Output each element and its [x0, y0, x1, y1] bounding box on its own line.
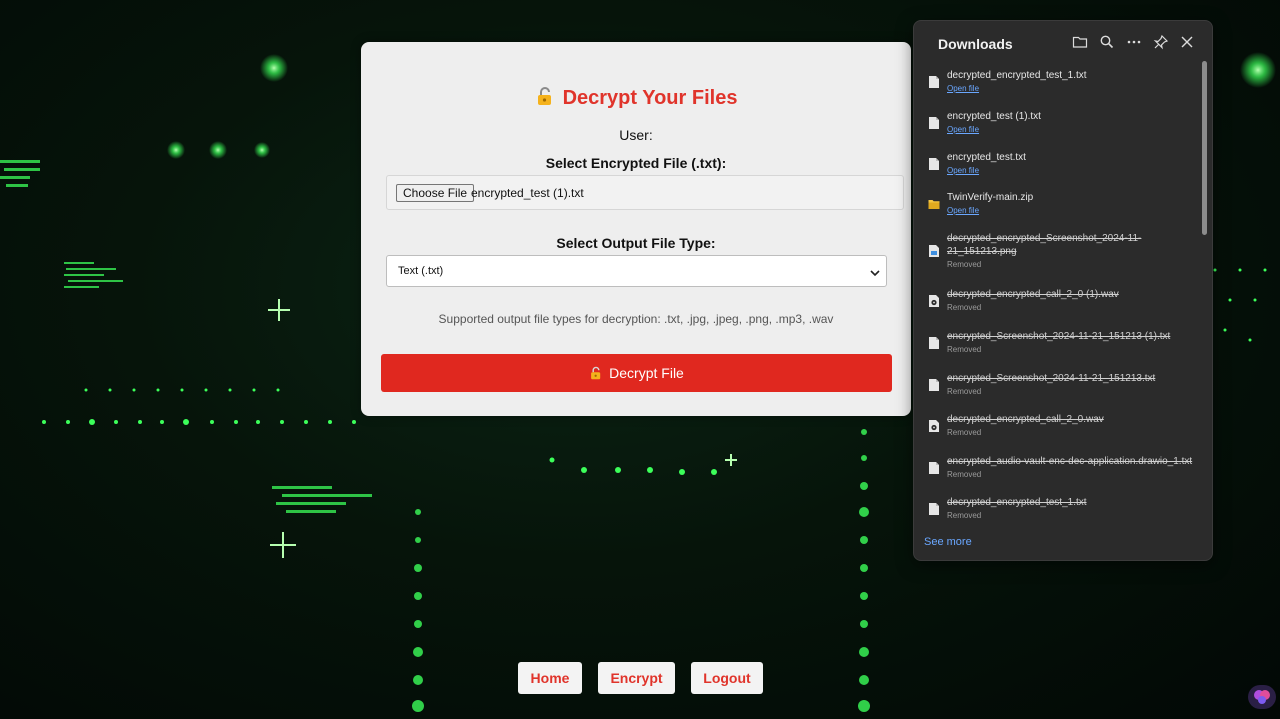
- open-file-link[interactable]: Open file: [947, 125, 979, 134]
- open-file-link[interactable]: Open file: [947, 84, 979, 93]
- folder-zip-icon: [928, 200, 940, 209]
- download-file-name: decrypted_encrypted_call_2_0 (1).wav: [947, 289, 1119, 300]
- brain-icon: [1254, 690, 1270, 704]
- download-item[interactable]: encrypted_test.txt Open file: [914, 149, 1204, 189]
- file-select-label: Select Encrypted File (.txt):: [545, 155, 727, 171]
- removed-status: Removed: [947, 470, 982, 479]
- decrypt-file-label: Decrypt File: [609, 365, 684, 381]
- downloads-panel: Downloads decrypted_encrypted_test_1.txt…: [913, 20, 1213, 561]
- document-icon: [929, 158, 939, 170]
- download-file-name: decrypted_encrypted_Screenshot_2024-11-2…: [947, 233, 1142, 257]
- download-file-name: encrypted_Screenshot_2024-11-21_151213.t…: [947, 373, 1156, 384]
- unlock-icon: [589, 356, 603, 394]
- chevron-down-icon: [870, 265, 880, 283]
- download-file-name: encrypted_test (1).txt: [947, 111, 1041, 122]
- home-button[interactable]: Home: [518, 662, 582, 694]
- user-label: User:: [619, 127, 653, 143]
- download-item[interactable]: encrypted_test (1).txt Open file: [914, 108, 1204, 148]
- decrypt-card: Decrypt Your Files User: Select Encrypte…: [361, 42, 911, 416]
- output-type-value: Text (.txt): [398, 265, 444, 277]
- document-icon: [929, 76, 939, 88]
- document-icon: [929, 503, 939, 515]
- download-item[interactable]: decrypted_encrypted_call_2_0.wav Removed: [914, 411, 1204, 451]
- file-input[interactable]: Choose File encrypted_test (1).txt: [386, 175, 904, 210]
- removed-status: Removed: [947, 303, 982, 312]
- removed-status: Removed: [947, 345, 982, 354]
- more-options-icon[interactable]: [1126, 34, 1144, 52]
- search-icon[interactable]: [1099, 34, 1117, 52]
- output-type-select[interactable]: Text (.txt): [386, 255, 887, 287]
- download-item[interactable]: encrypted_Screenshot_2024-11-21_151213.t…: [914, 370, 1204, 410]
- download-item[interactable]: decrypted_encrypted_call_2_0 (1).wav Rem…: [914, 286, 1204, 326]
- download-file-name: encrypted_Screenshot_2024-11-21_151213 (…: [947, 331, 1171, 342]
- download-item[interactable]: decrypted_encrypted_test_1.txt Removed: [914, 494, 1204, 534]
- output-type-label: Select Output File Type:: [556, 235, 716, 251]
- downloads-scrollbar[interactable]: [1202, 61, 1207, 235]
- supported-types-text: Supported output file types for decrypti…: [438, 312, 834, 326]
- document-icon: [929, 337, 939, 349]
- document-icon: [929, 462, 939, 474]
- download-file-name: encrypted_test.txt: [947, 152, 1026, 163]
- download-file-name: decrypted_encrypted_call_2_0.wav: [947, 414, 1104, 425]
- document-icon: [929, 117, 939, 129]
- choose-file-button[interactable]: Choose File: [396, 184, 475, 202]
- unlock-icon: [535, 86, 555, 112]
- decrypt-file-button[interactable]: Decrypt File: [381, 354, 892, 392]
- encrypt-button[interactable]: Encrypt: [598, 662, 675, 694]
- document-icon: [929, 379, 939, 391]
- download-file-name: TwinVerify-main.zip: [947, 192, 1034, 203]
- page-title: Decrypt Your Files: [361, 86, 911, 112]
- audio-file-icon: [929, 295, 939, 307]
- removed-status: Removed: [947, 511, 982, 520]
- audio-file-icon: [929, 420, 939, 432]
- download-file-name: decrypted_encrypted_test_1.txt: [947, 497, 1087, 508]
- open-file-link[interactable]: Open file: [947, 166, 979, 175]
- download-file-name: encrypted_audio-vault-enc-dec-applicatio…: [947, 456, 1193, 467]
- close-icon[interactable]: [1179, 34, 1197, 52]
- download-item[interactable]: encrypted_audio-vault-enc-dec-applicatio…: [914, 453, 1204, 493]
- downloads-title: Downloads: [938, 36, 1013, 52]
- pin-icon[interactable]: [1153, 34, 1171, 52]
- image-file-icon: [929, 245, 939, 257]
- removed-status: Removed: [947, 387, 982, 396]
- open-file-link[interactable]: Open file: [947, 206, 979, 215]
- download-file-name: decrypted_encrypted_test_1.txt: [947, 70, 1087, 81]
- selected-file-name: encrypted_test (1).txt: [471, 186, 584, 200]
- removed-status: Removed: [947, 428, 982, 437]
- download-item[interactable]: decrypted_encrypted_Screenshot_2024-11-2…: [914, 230, 1204, 282]
- download-item[interactable]: decrypted_encrypted_test_1.txt Open file: [914, 67, 1204, 107]
- removed-status: Removed: [947, 260, 982, 269]
- see-more-link[interactable]: See more: [924, 536, 972, 548]
- download-item[interactable]: encrypted_Screenshot_2024-11-21_151213 (…: [914, 328, 1204, 368]
- extension-badge[interactable]: [1248, 685, 1276, 709]
- open-folder-icon[interactable]: [1072, 34, 1090, 52]
- logout-button[interactable]: Logout: [691, 662, 763, 694]
- page-title-text: Decrypt Your Files: [562, 87, 738, 109]
- download-item[interactable]: TwinVerify-main.zip Open file: [914, 189, 1204, 229]
